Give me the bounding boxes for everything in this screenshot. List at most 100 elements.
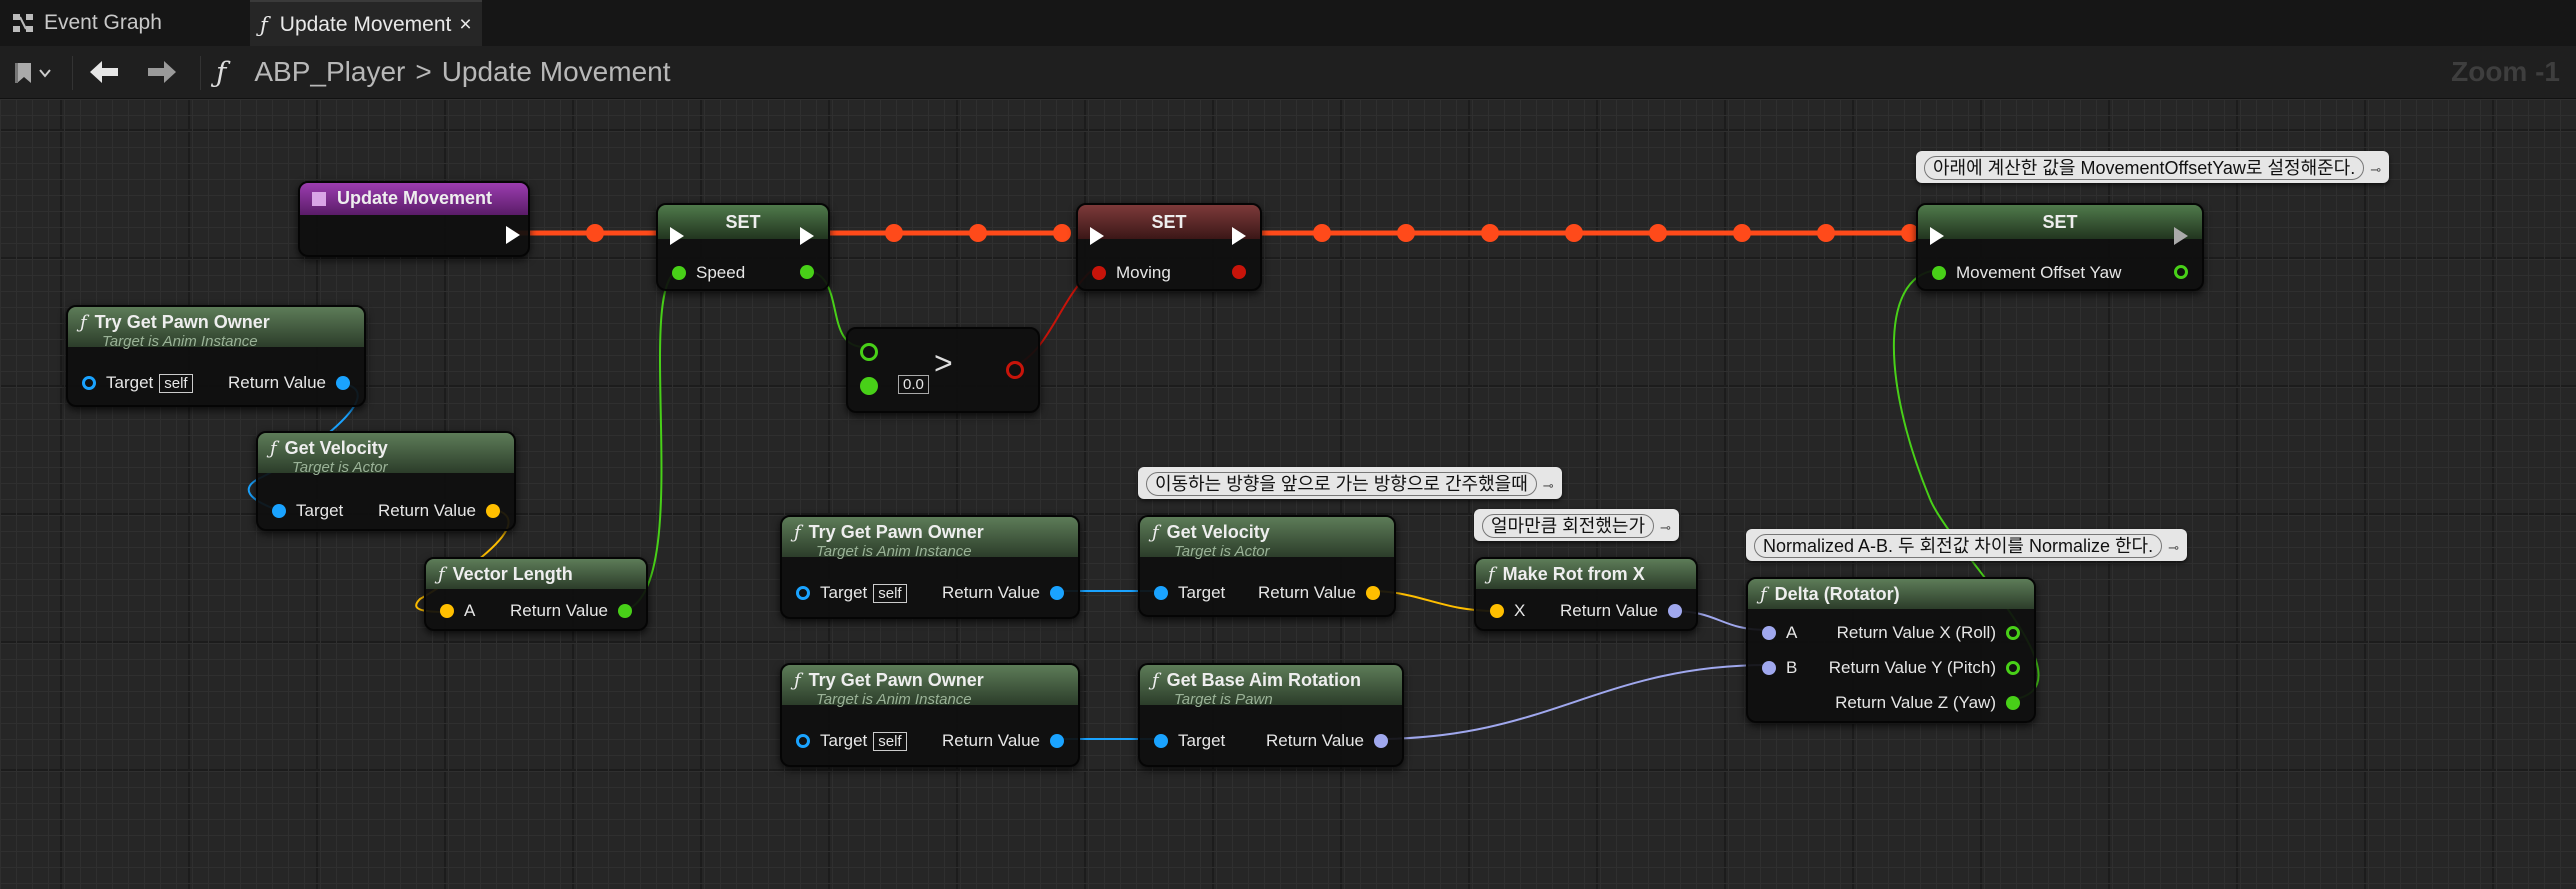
graph-canvas[interactable]: Update Movement SET Speed 0.0 > SET Movi… xyxy=(0,99,2576,889)
rotator-in-pin-b[interactable] xyxy=(1762,661,1776,675)
back-arrow-icon[interactable] xyxy=(88,58,120,86)
event-graph-icon xyxy=(13,14,33,32)
object-out-pin[interactable] xyxy=(1050,734,1064,748)
vector-in-pin[interactable] xyxy=(440,604,454,618)
bool-out-pin[interactable] xyxy=(1006,361,1024,379)
pin-comment-icon[interactable]: ⊸ xyxy=(2370,162,2381,177)
try-get-pawn-owner-node[interactable]: ƒ Try Get Pawn Owner Target is Anim Insta… xyxy=(66,305,366,407)
b-value-input[interactable]: 0.0 xyxy=(898,375,929,394)
node-title: Try Get Pawn Owner xyxy=(94,312,270,332)
exec-in-pin[interactable] xyxy=(1930,227,1944,245)
object-in-pin[interactable] xyxy=(1154,734,1168,748)
node-subtitle: Target is Actor xyxy=(292,459,388,476)
pin-row-return: Return Value xyxy=(378,501,500,521)
make-rot-from-x-node[interactable]: ƒ Make Rot from X X Return Value xyxy=(1474,557,1698,631)
float-out-pin[interactable] xyxy=(618,604,632,618)
try-get-pawn-owner-node[interactable]: ƒ Try Get Pawn Owner Target is Anim Insta… xyxy=(780,515,1080,619)
exec-out-pin[interactable] xyxy=(2174,227,2188,245)
pin-comment-icon[interactable]: ⊸ xyxy=(1660,520,1671,535)
set-node-movement-offset-yaw[interactable]: SET Movement Offset Yaw xyxy=(1916,203,2204,291)
bookmark-button[interactable] xyxy=(14,60,58,86)
pin-label: Target xyxy=(296,501,344,520)
exec-in-pin[interactable] xyxy=(670,227,684,245)
breadcrumb-root[interactable]: ABP_Player xyxy=(254,56,405,88)
rotator-wire xyxy=(1375,664,1769,740)
vector-out-pin[interactable] xyxy=(1366,586,1380,600)
rotator-out-pin[interactable] xyxy=(1668,604,1682,618)
exec-in-pin[interactable] xyxy=(1090,227,1104,245)
object-in-pin[interactable] xyxy=(796,734,810,748)
forward-arrow-icon[interactable] xyxy=(146,58,178,86)
try-get-pawn-owner-node[interactable]: ƒ Try Get Pawn Owner Target is Anim Insta… xyxy=(780,663,1080,767)
pin-row-movement-offset-yaw: Movement Offset Yaw xyxy=(1932,263,2121,283)
greater-than-node[interactable]: 0.0 > xyxy=(846,327,1040,413)
pin-label: Target xyxy=(1178,583,1226,602)
bookmark-icon xyxy=(15,63,31,83)
set-node-speed[interactable]: SET Speed xyxy=(656,203,830,291)
object-in-pin[interactable] xyxy=(272,504,286,518)
bool-out-pin[interactable] xyxy=(1232,265,1246,279)
tab-label: Event Graph xyxy=(44,11,162,34)
float-out-pin[interactable] xyxy=(2174,265,2188,279)
zoom-level: Zoom -1 xyxy=(2451,56,2560,87)
set-node-moving[interactable]: SET Moving xyxy=(1076,203,1262,291)
get-velocity-node[interactable]: ƒ Get Velocity Target is Actor Target Ret… xyxy=(1138,515,1396,617)
object-out-pin[interactable] xyxy=(1050,586,1064,600)
pin-label: Return Value xyxy=(1258,583,1356,602)
object-in-pin[interactable] xyxy=(82,376,96,390)
delta-rotator-node[interactable]: ƒ Delta (Rotator) A B Return Value X (Rol… xyxy=(1746,577,2036,723)
float-in-pin-a[interactable] xyxy=(860,343,878,361)
toolbar-divider xyxy=(72,56,73,90)
pin-label: Return Value xyxy=(942,583,1040,602)
float-out-pin-pitch[interactable] xyxy=(2006,661,2020,675)
node-title: SET xyxy=(725,212,761,232)
node-header: ƒ Get Base Aim Rotation Target is Pawn xyxy=(1140,665,1402,708)
pin-comment-icon[interactable]: ⊸ xyxy=(2168,540,2179,555)
get-base-aim-rotation-node[interactable]: ƒ Get Base Aim Rotation Target is Pawn Ta… xyxy=(1138,663,1404,767)
pin-label: B xyxy=(1786,658,1798,677)
close-icon[interactable]: × xyxy=(459,13,471,37)
tab-event-graph[interactable]: Event Graph xyxy=(0,0,240,46)
float-in-pin-b[interactable] xyxy=(860,377,878,395)
vector-out-pin[interactable] xyxy=(486,504,500,518)
tab-update-movement[interactable]: ƒ Update Movement × xyxy=(250,0,482,48)
breadcrumb: ƒ ABP_Player > Update Movement xyxy=(216,46,671,98)
node-title: SET xyxy=(1151,212,1187,232)
pin-label: Target xyxy=(820,583,868,602)
float-out-pin-yaw[interactable] xyxy=(2006,696,2020,710)
vector-length-node[interactable]: ƒ Vector Length A Return Value xyxy=(424,557,648,631)
vector-in-pin[interactable] xyxy=(1490,604,1504,618)
float-in-pin[interactable] xyxy=(672,266,686,280)
comment-bubble[interactable]: 이동하는 방향을 앞으로 가는 방향으로 간주했을때 ⊸ xyxy=(1138,467,1562,499)
rotator-in-pin-a[interactable] xyxy=(1762,626,1776,640)
exec-out-pin[interactable] xyxy=(506,226,520,244)
pin-label: Return Value Z (Yaw) xyxy=(1835,693,1996,712)
float-out-pin[interactable] xyxy=(800,265,814,279)
function-icon: ƒ xyxy=(1760,584,1767,605)
get-velocity-node[interactable]: ƒ Get Velocity Target is Actor Target Ret… xyxy=(256,431,516,531)
node-header: ƒ Try Get Pawn Owner Target is Anim Insta… xyxy=(782,665,1078,708)
pin-label: Return Value xyxy=(1266,731,1364,750)
event-node-update-movement[interactable]: Update Movement xyxy=(298,181,530,257)
comment-bubble[interactable]: 얼마만큼 회전했는가 ⊸ xyxy=(1474,509,1679,541)
object-in-pin[interactable] xyxy=(796,586,810,600)
float-out-pin-roll[interactable] xyxy=(2006,626,2020,640)
node-header: ƒ Vector Length xyxy=(426,559,646,589)
pin-row-target: Target xyxy=(1154,583,1225,603)
node-title: Get Velocity xyxy=(284,438,388,458)
bool-in-pin[interactable] xyxy=(1092,266,1106,280)
object-in-pin[interactable] xyxy=(1154,586,1168,600)
float-in-pin[interactable] xyxy=(1932,266,1946,280)
rotator-out-pin[interactable] xyxy=(1374,734,1388,748)
exec-out-pin[interactable] xyxy=(1232,227,1246,245)
pin-label: Return Value xyxy=(378,501,476,520)
exec-out-pin[interactable] xyxy=(800,227,814,245)
comment-bubble[interactable]: 아래에 계산한 값을 MovementOffsetYaw로 설정해준다. ⊸ xyxy=(1916,151,2390,183)
pin-row-return: Return Value xyxy=(228,373,350,393)
function-icon: ƒ xyxy=(1488,564,1495,585)
object-out-pin[interactable] xyxy=(336,376,350,390)
comment-bubble[interactable]: Normalized A-B. 두 회전값 차이를 Normalize 한다. ⊸ xyxy=(1746,529,2188,561)
tab-label: Update Movement xyxy=(279,13,452,36)
pin-comment-icon[interactable]: ⊸ xyxy=(1543,478,1554,493)
function-icon: ƒ xyxy=(1152,522,1159,543)
